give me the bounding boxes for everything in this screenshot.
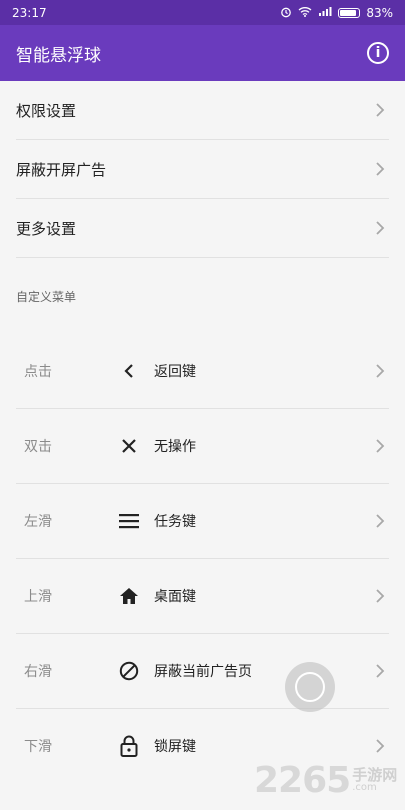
info-button[interactable]: i xyxy=(367,42,389,64)
action-label: 桌面键 xyxy=(154,589,196,605)
status-time: 23:17 xyxy=(12,5,47,20)
home-icon xyxy=(114,587,144,605)
chevron-right-icon xyxy=(371,219,389,237)
setting-label: 屏蔽开屏广告 xyxy=(16,160,107,179)
back-chevron-icon xyxy=(114,363,144,379)
chevron-right-icon xyxy=(371,662,389,680)
menu-item-double-tap[interactable]: 双击 无操作 xyxy=(16,409,389,484)
wifi-icon xyxy=(298,6,312,19)
watermark-com: .com xyxy=(352,781,377,793)
menu-lines-icon xyxy=(114,513,144,529)
watermark-side: 手游网 .com xyxy=(352,765,398,793)
action-label: 无操作 xyxy=(154,439,196,455)
action-label: 屏蔽当前广告页 xyxy=(154,664,252,680)
setting-block-splash-ads[interactable]: 屏蔽开屏广告 xyxy=(16,140,389,199)
lock-icon xyxy=(114,735,144,757)
chevron-right-icon xyxy=(371,160,389,178)
action-label: 任务键 xyxy=(154,514,196,530)
watermark-logo: 2265 手游网 .com xyxy=(254,755,402,805)
setting-more[interactable]: 更多设置 xyxy=(16,199,389,258)
floating-ball-button[interactable] xyxy=(285,662,335,712)
section-title-custom-menu: 自定义菜单 xyxy=(16,289,77,304)
alarm-icon xyxy=(280,6,292,20)
chevron-right-icon xyxy=(371,512,389,530)
info-icon: i xyxy=(375,45,381,61)
chevron-right-icon xyxy=(371,362,389,380)
chevron-right-icon xyxy=(371,101,389,119)
main-content: 权限设置 屏蔽开屏广告 更多设置 自定义菜单 点击 返回键 双击 无操作 左滑 … xyxy=(0,81,405,810)
app-bar: 智能悬浮球 i xyxy=(0,25,405,81)
block-icon xyxy=(114,661,144,681)
custom-menu-list: 点击 返回键 双击 无操作 左滑 任务键 上滑 桌面键 右滑 屏蔽当前广告页 下… xyxy=(0,334,405,783)
action-label: 锁屏键 xyxy=(154,739,196,755)
action-label: 返回键 xyxy=(154,364,196,380)
watermark-number: 2265 xyxy=(254,759,351,801)
gesture-label: 双击 xyxy=(24,439,52,455)
menu-item-tap[interactable]: 点击 返回键 xyxy=(16,334,389,409)
watermark-cn: 手游网 xyxy=(352,765,398,784)
menu-item-swipe-up[interactable]: 上滑 桌面键 xyxy=(16,559,389,634)
setting-permission[interactable]: 权限设置 xyxy=(16,81,389,140)
gesture-label: 下滑 xyxy=(24,739,52,755)
battery-percent: 83% xyxy=(366,5,393,20)
app-title: 智能悬浮球 xyxy=(16,45,101,66)
setting-label: 权限设置 xyxy=(16,101,77,120)
menu-item-swipe-left[interactable]: 左滑 任务键 xyxy=(16,484,389,559)
signal-icon xyxy=(318,6,332,19)
setting-label: 更多设置 xyxy=(16,219,77,238)
status-icons: 83% xyxy=(280,6,393,20)
menu-item-swipe-right[interactable]: 右滑 屏蔽当前广告页 xyxy=(16,634,389,709)
floating-ball-ring xyxy=(295,672,325,702)
chevron-right-icon xyxy=(371,437,389,455)
gesture-label: 上滑 xyxy=(24,589,52,605)
chevron-right-icon xyxy=(371,587,389,605)
chevron-right-icon xyxy=(371,737,389,755)
close-x-icon xyxy=(114,437,144,455)
gesture-label: 左滑 xyxy=(24,514,52,530)
battery-icon xyxy=(338,7,361,18)
gesture-label: 右滑 xyxy=(24,664,52,680)
status-bar: 23:17 83% xyxy=(0,0,405,25)
gesture-label: 点击 xyxy=(24,364,52,380)
